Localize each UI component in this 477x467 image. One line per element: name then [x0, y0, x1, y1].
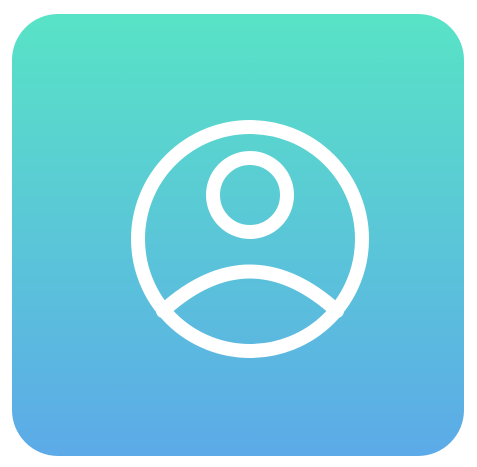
- icon-canvas: [0, 0, 477, 467]
- user-account-icon: [131, 120, 369, 358]
- app-icon-tile[interactable]: [12, 14, 464, 456]
- user-shoulders-arc: [156, 264, 344, 318]
- user-head-circle: [206, 151, 294, 239]
